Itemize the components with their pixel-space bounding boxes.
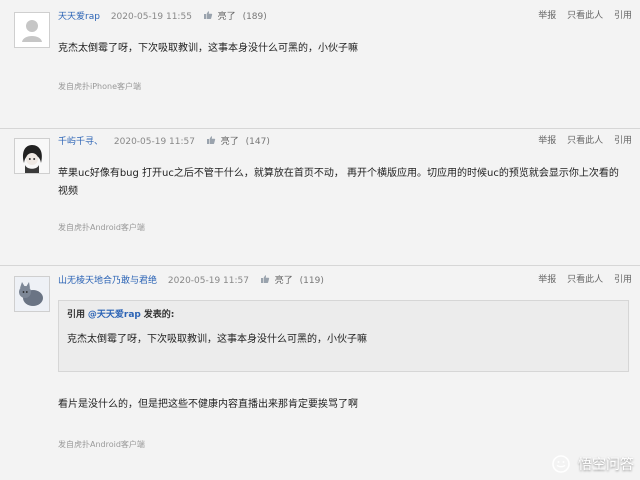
thumb-up-icon <box>206 136 216 144</box>
like-count: (119) <box>299 276 324 286</box>
quote-header: 引用 @天天爱rap 发表的: <box>67 309 174 321</box>
comment-3: 山无棱天地合乃敢与君绝 2020-05-19 11:57 亮了 (119) 举报… <box>0 266 640 480</box>
watermark-text: 悟空问答 <box>578 457 634 473</box>
only-this-user-link[interactable]: 只看此人 <box>567 136 603 146</box>
client-source: 发自虎扑Android客户端 <box>58 223 145 232</box>
quoted-username-link[interactable]: @天天爱rap <box>88 310 141 320</box>
quote-prefix: 引用 <box>67 310 86 320</box>
thumb-up-icon <box>260 275 270 283</box>
avatar[interactable] <box>14 12 50 48</box>
only-this-user-link[interactable]: 只看此人 <box>567 11 603 21</box>
report-link[interactable]: 举报 <box>538 275 556 285</box>
thumb-up-icon <box>203 11 212 19</box>
comment-page: 天天爱rap 2020-05-19 11:55 亮了 (189) 举报 只看此人… <box>0 0 640 480</box>
report-link[interactable]: 举报 <box>538 11 556 21</box>
comment-actions: 举报 只看此人 引用 <box>530 10 632 22</box>
post-timestamp: 2020-05-19 11:55 <box>110 12 192 22</box>
post-timestamp: 2020-05-19 11:57 <box>113 137 195 147</box>
comment-meta: 山无棱天地合乃敢与君绝 2020-05-19 11:57 亮了 (119) <box>58 274 324 287</box>
like-button[interactable]: 亮了 (189) <box>203 11 267 22</box>
comment-meta: 千屿千寻、 2020-05-19 11:57 亮了 (147) <box>58 135 270 148</box>
like-button[interactable]: 亮了 (147) <box>206 136 270 147</box>
watermark: 悟空问答 <box>551 455 634 474</box>
quote-link[interactable]: 引用 <box>614 11 632 21</box>
like-label: 亮了 <box>217 12 236 22</box>
client-source: 发自虎扑iPhone客户端 <box>58 82 142 91</box>
cat-avatar-icon <box>15 277 49 311</box>
post-timestamp: 2020-05-19 11:57 <box>167 276 249 286</box>
quoted-comment: 引用 @天天爱rap 发表的: 克杰太倒霉了呀，下次吸取教训，这事本身没什么可黑… <box>58 300 629 372</box>
like-label: 亮了 <box>220 137 239 147</box>
quote-link[interactable]: 引用 <box>614 136 632 146</box>
avatar[interactable] <box>14 138 50 174</box>
comment-content: 苹果uc好像有bug 打开uc之后不管干什么，就算放在首页不动， 再开个横版应用… <box>58 168 619 197</box>
like-count: (189) <box>242 12 267 22</box>
wukong-logo-icon <box>551 455 570 473</box>
username-link[interactable]: 千屿千寻、 <box>58 137 103 147</box>
quote-link[interactable]: 引用 <box>614 275 632 285</box>
default-avatar-icon <box>22 20 42 42</box>
username-link[interactable]: 山无棱天地合乃敢与君绝 <box>58 276 157 286</box>
comment-1: 天天爱rap 2020-05-19 11:55 亮了 (189) 举报 只看此人… <box>0 0 640 128</box>
report-link[interactable]: 举报 <box>538 136 556 146</box>
comment-content: 克杰太倒霉了呀，下次吸取教训，这事本身没什么可黑的，小伙子嘛 <box>58 43 358 54</box>
anime-avatar-icon <box>15 139 49 173</box>
username-link[interactable]: 天天爱rap <box>58 12 100 22</box>
quote-content: 克杰太倒霉了呀，下次吸取教训，这事本身没什么可黑的，小伙子嘛 <box>67 334 367 345</box>
client-source: 发自虎扑Android客户端 <box>58 440 145 449</box>
comment-2: 千屿千寻、 2020-05-19 11:57 亮了 (147) 举报 只看此人 … <box>0 129 640 265</box>
like-count: (147) <box>245 137 270 147</box>
comment-meta: 天天爱rap 2020-05-19 11:55 亮了 (189) <box>58 10 267 23</box>
like-button[interactable]: 亮了 (119) <box>260 275 324 286</box>
comment-actions: 举报 只看此人 引用 <box>530 135 632 147</box>
only-this-user-link[interactable]: 只看此人 <box>567 275 603 285</box>
avatar[interactable] <box>14 276 50 312</box>
like-label: 亮了 <box>274 276 293 286</box>
quote-suffix: 发表的: <box>143 310 175 320</box>
comment-content: 看片是没什么的，但是把这些不健康内容直播出来那肯定要挨骂了啊 <box>58 399 358 410</box>
comment-actions: 举报 只看此人 引用 <box>530 274 632 286</box>
